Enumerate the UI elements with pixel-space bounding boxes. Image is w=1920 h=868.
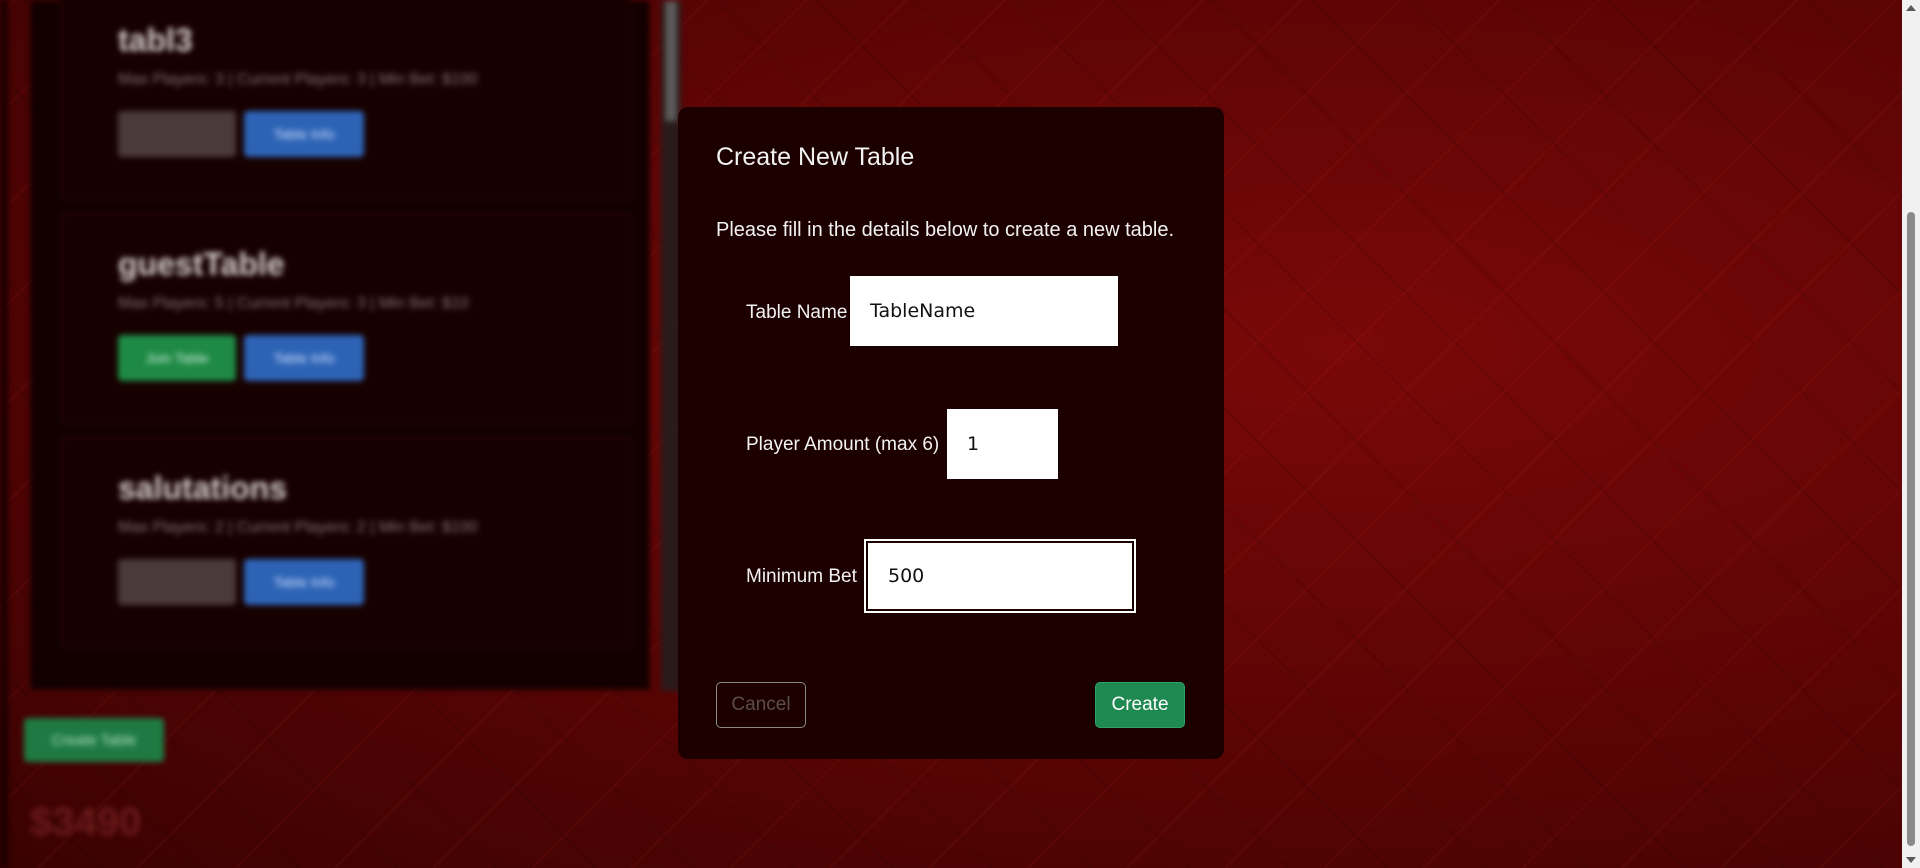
create-table-button[interactable]: Create Table (24, 718, 164, 762)
table-info-button[interactable]: Table Info (244, 111, 364, 157)
left-edge (0, 0, 8, 868)
page-scrollbar-thumb[interactable] (1907, 212, 1915, 846)
table-list-scrollbar-thumb[interactable] (665, 1, 677, 121)
table-card-title: tabl3 (118, 22, 193, 58)
minimum-bet-label: Minimum Bet (746, 566, 857, 587)
player-amount-label: Player Amount (max 6) (746, 434, 940, 455)
balance-display: $3490 (30, 800, 142, 844)
table-card: salutations Max Players: 2 | Current Pla… (61, 437, 631, 647)
table-card-meta: Max Players: 5 | Current Players: 3 | Mi… (118, 295, 469, 312)
table-list-panel: tabl3 Max Players: 3 | Current Players: … (30, 0, 681, 691)
table-card-title: guestTable (118, 246, 285, 282)
cancel-button[interactable]: Cancel (716, 682, 806, 728)
player-amount-input[interactable] (947, 409, 1058, 479)
table-card: tabl3 Max Players: 3 | Current Players: … (61, 0, 631, 199)
create-table-modal: Create New Table Please fill in the deta… (678, 107, 1224, 759)
table-name-label: Table Name (746, 302, 848, 323)
join-table-button[interactable] (118, 559, 236, 605)
page-scrollbar[interactable] (1902, 0, 1920, 868)
create-button[interactable]: Create (1095, 682, 1185, 728)
table-card-meta: Max Players: 2 | Current Players: 2 | Mi… (118, 519, 478, 536)
scroll-down-icon[interactable] (1906, 857, 1916, 863)
table-card-meta: Max Players: 3 | Current Players: 3 | Mi… (118, 71, 478, 88)
modal-description: Please fill in the details below to crea… (716, 219, 1175, 241)
join-table-button[interactable]: Join Table (118, 335, 236, 381)
modal-title: Create New Table (716, 143, 915, 171)
table-card: guestTable Max Players: 5 | Current Play… (61, 213, 631, 423)
minimum-bet-input[interactable] (866, 541, 1134, 611)
table-name-input[interactable] (850, 276, 1118, 346)
table-card-title: salutations (118, 470, 287, 506)
table-info-button[interactable]: Table Info (244, 335, 364, 381)
table-info-button[interactable]: Table Info (244, 559, 364, 605)
join-table-button[interactable] (118, 111, 236, 157)
scroll-up-icon[interactable] (1906, 5, 1916, 11)
